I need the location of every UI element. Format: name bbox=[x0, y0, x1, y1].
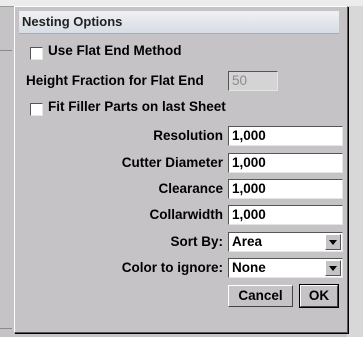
dialog-title: Nesting Options bbox=[22, 14, 123, 29]
fit-filler-label: Fit Filler Parts on last Sheet bbox=[48, 99, 226, 114]
clearance-input[interactable]: 1,000 bbox=[228, 179, 343, 199]
sort-by-label: Sort By: bbox=[170, 234, 223, 249]
cutter-diameter-label: Cutter Diameter bbox=[121, 155, 223, 170]
sort-by-value: Area bbox=[232, 234, 263, 249]
height-fraction-label: Height Fraction for Flat End bbox=[26, 73, 204, 88]
chevron-down-icon[interactable] bbox=[325, 260, 341, 276]
background-panel-left bbox=[0, 20, 12, 337]
fit-filler-checkbox[interactable] bbox=[30, 103, 43, 116]
chevron-down-icon[interactable] bbox=[325, 234, 341, 250]
resolution-input[interactable]: 1,000 bbox=[228, 126, 343, 146]
ok-button[interactable]: OK bbox=[299, 284, 339, 308]
collarwidth-label: Collarwidth bbox=[149, 207, 224, 222]
nesting-options-dialog: Nesting Options Use Flat End Method Heig… bbox=[14, 6, 348, 333]
dialog-titlebar[interactable]: Nesting Options bbox=[19, 11, 339, 34]
cancel-button[interactable]: Cancel bbox=[228, 285, 293, 307]
sort-by-select[interactable]: Area bbox=[228, 232, 343, 252]
color-to-ignore-label: Color to ignore: bbox=[121, 260, 223, 275]
clearance-label: Clearance bbox=[158, 181, 223, 196]
collarwidth-input[interactable]: 1,000 bbox=[228, 205, 343, 225]
use-flat-end-label: Use Flat End Method bbox=[48, 43, 182, 58]
height-fraction-input[interactable]: 50 bbox=[228, 71, 278, 91]
color-to-ignore-value: None bbox=[232, 260, 266, 275]
use-flat-end-checkbox[interactable] bbox=[30, 47, 43, 60]
color-to-ignore-select[interactable]: None bbox=[228, 258, 343, 278]
cutter-diameter-input[interactable]: 1,000 bbox=[228, 153, 343, 173]
background-panel-right bbox=[347, 6, 363, 337]
resolution-label: Resolution bbox=[153, 128, 223, 143]
